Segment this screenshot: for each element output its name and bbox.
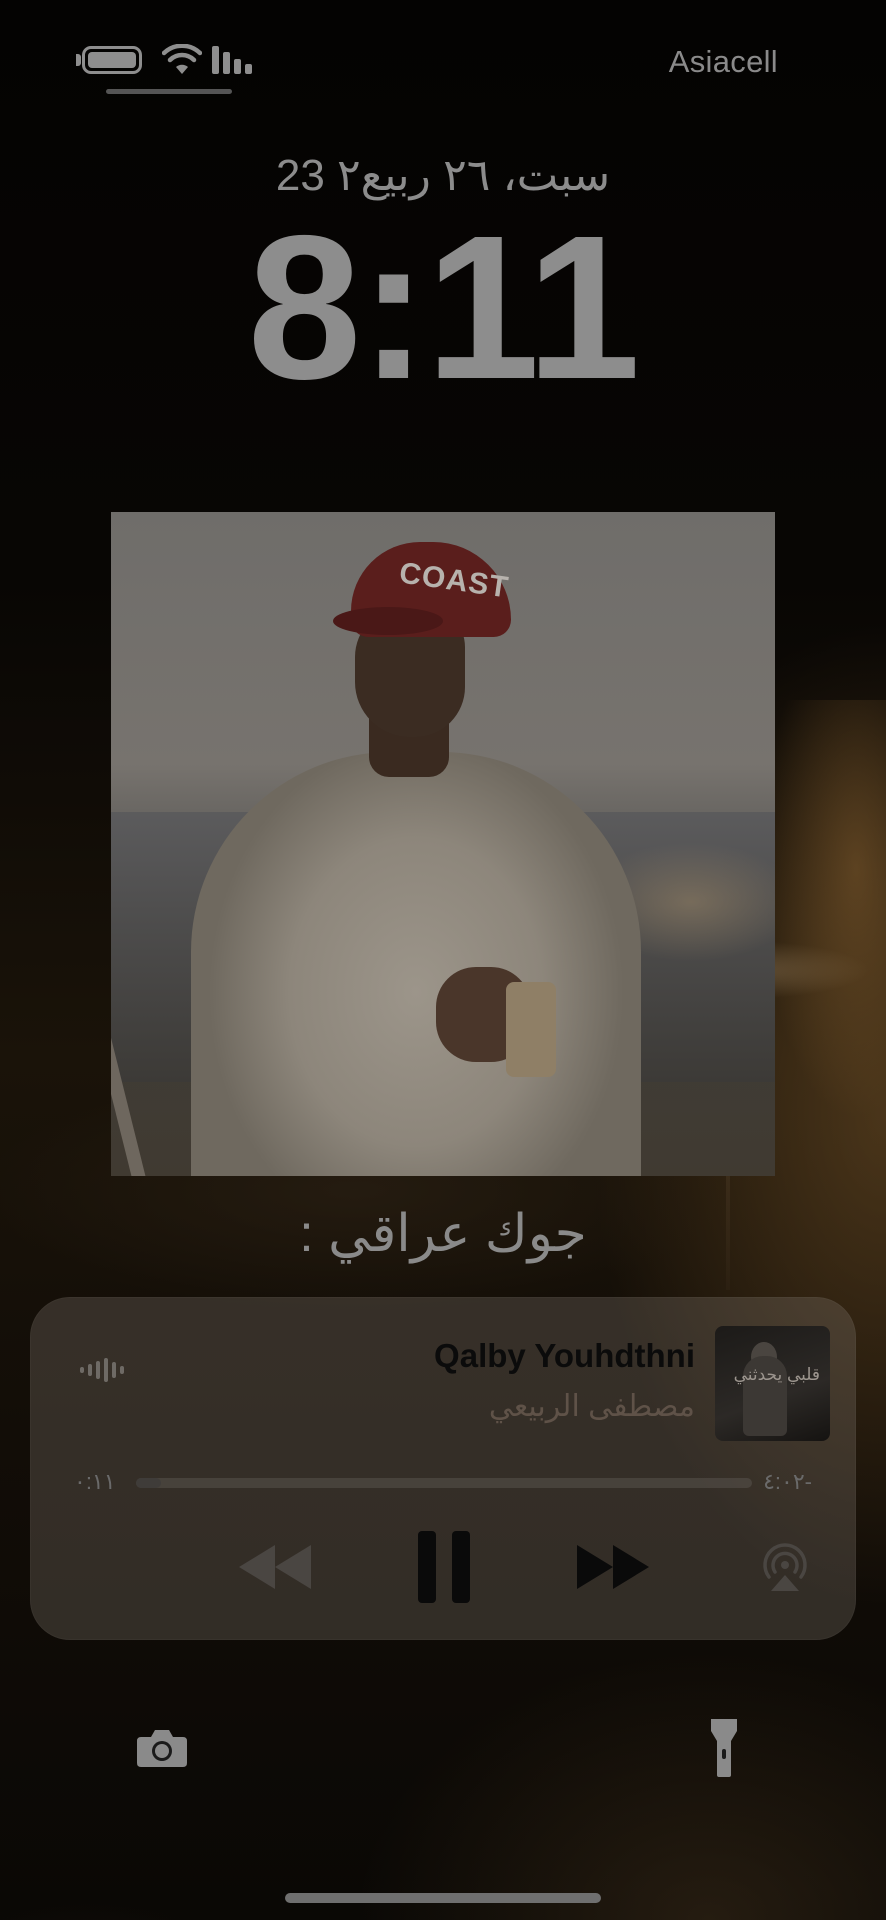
artist-name[interactable]: مصطفى الربيعي — [489, 1389, 695, 1424]
fast-forward-icon[interactable] — [573, 1537, 653, 1597]
now-playing-widget[interactable]: Qalby Youhdthni مصطفى الربيعي قلبي يحدثن… — [30, 1297, 856, 1640]
carrier-name: Asiacell — [668, 44, 778, 79]
status-underline — [106, 89, 232, 94]
elapsed-time: ٠:١١ — [74, 1469, 116, 1494]
mini-album-art[interactable]: قلبي يحدثني — [715, 1326, 830, 1441]
status-bar: Asiacell — [0, 0, 886, 110]
progress-scrubber[interactable] — [136, 1478, 752, 1488]
lock-time[interactable]: 8:11 — [0, 205, 886, 410]
waveform-icon — [80, 1358, 124, 1382]
flashlight-button[interactable] — [674, 1698, 774, 1798]
rewind-icon[interactable] — [235, 1537, 315, 1597]
remaining-time: -٤:٠٢ — [763, 1469, 812, 1494]
camera-button[interactable] — [112, 1698, 212, 1798]
flashlight-icon — [711, 1719, 737, 1777]
photo-sweater — [191, 752, 641, 1176]
home-indicator[interactable] — [285, 1893, 601, 1903]
signal-icon — [212, 46, 252, 74]
pause-icon[interactable] — [414, 1527, 474, 1607]
progress-fill — [136, 1478, 161, 1488]
photo-caption: جوك عراقي : — [299, 1205, 587, 1263]
camera-icon — [137, 1730, 187, 1767]
song-title[interactable]: Qalby Youhdthni — [434, 1337, 695, 1375]
photo-cap-brim — [333, 607, 443, 635]
wifi-icon — [162, 44, 202, 74]
battery-tip — [76, 54, 81, 66]
album-art-text: قلبي يحدثني — [733, 1365, 820, 1384]
airplay-icon[interactable] — [759, 1541, 811, 1593]
photo-cup — [506, 982, 556, 1077]
battery-icon — [82, 46, 142, 74]
album-art-photo: COAST — [111, 512, 775, 1176]
